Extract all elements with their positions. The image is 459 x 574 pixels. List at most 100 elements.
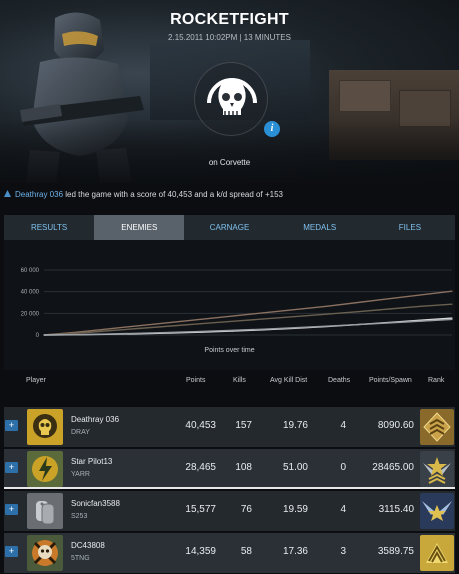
player-name[interactable]: Star Pilot13 — [71, 457, 112, 466]
series-3-point — [74, 334, 76, 336]
header-player: Player — [26, 377, 46, 384]
points-spawn-value: 3115.40 — [378, 504, 414, 515]
player-name[interactable]: DC43808 — [71, 541, 105, 550]
player-name[interactable]: Deathray 036 — [71, 415, 119, 424]
dog-tags-emblem-icon — [27, 493, 63, 529]
crossed-skull-emblem-icon — [27, 535, 63, 571]
series-0-point — [294, 308, 296, 311]
series-0-point — [200, 318, 202, 320]
series-1-point — [325, 313, 328, 315]
expand-button[interactable]: + — [5, 546, 18, 557]
table-row[interactable]: + Sonicfan3588 S253 15,577 76 19.59 4 31… — [4, 491, 455, 531]
kills-value: 157 — [235, 420, 252, 431]
table-row[interactable]: + Star Pilot13 YARR 28,465 108 51.00 0 2… — [4, 449, 455, 489]
header-points-spawn: Points/Spawn — [369, 377, 412, 384]
series-0-point — [420, 294, 422, 296]
points-value: 14,359 — [185, 546, 216, 557]
series-1-point — [74, 332, 76, 334]
player-rank-mini-icon — [4, 190, 11, 197]
summary-player-link[interactable]: Deathray 036 — [15, 190, 63, 199]
avg-kill-dist-value: 19.76 — [282, 420, 308, 431]
summary-text: led the game with a score of 40,453 and … — [65, 190, 283, 199]
kills-value: 58 — [240, 546, 252, 557]
gold-chevron-rank-icon — [420, 535, 454, 571]
deaths-value: 4 — [340, 420, 346, 431]
tab-results[interactable]: RESULTS — [4, 215, 94, 240]
game-subtitle: 2.15.2011 10:02PM | 13 MINUTES — [168, 33, 291, 42]
gold-chevron-rank-icon — [420, 409, 454, 445]
series-3-point — [200, 330, 202, 333]
series-0-point — [137, 325, 139, 327]
player-service-tag: 5TNG — [71, 555, 90, 562]
chart-x-label: Points over time — [204, 347, 255, 354]
player-service-tag: DRAY — [71, 429, 90, 436]
points-value: 28,465 — [185, 462, 216, 473]
series-0-point — [106, 328, 108, 330]
series-3-point — [106, 333, 108, 335]
series-0-point — [451, 290, 453, 292]
avg-kill-dist-value: 17.36 — [282, 546, 308, 557]
points-spawn-value: 3589.75 — [377, 546, 414, 557]
header-deaths: Deaths — [328, 377, 351, 384]
game-summary: Deathray 036 led the game with a score o… — [4, 190, 283, 199]
y-tick-label: 0 — [36, 333, 40, 339]
blue-wings-rank-icon — [420, 493, 454, 529]
series-3-point — [43, 334, 45, 336]
points-over-time-chart: 60 000 40 000 20 000 0 — [21, 268, 453, 339]
y-tick-label: 20 000 — [21, 311, 40, 317]
points-value: 15,577 — [185, 504, 216, 515]
player-name[interactable]: Sonicfan3588 — [71, 499, 120, 508]
header-avg-kill-dist: Avg Kill Dist — [270, 377, 308, 384]
expand-button[interactable]: + — [5, 462, 18, 473]
series-3-point — [137, 332, 139, 334]
expand-button[interactable]: + — [5, 420, 18, 431]
skull-icon — [207, 78, 257, 115]
skull-emblem-icon — [27, 409, 63, 445]
avg-kill-dist-value: 51.00 — [282, 462, 308, 473]
series-2-point — [451, 317, 453, 319]
series-3-point — [294, 327, 296, 329]
header-points: Points — [186, 377, 206, 384]
tab-enemies[interactable]: ENEMIES — [94, 215, 185, 240]
series-1-point — [357, 311, 359, 313]
series-3-point — [451, 318, 453, 321]
player-service-tag: YARR — [71, 471, 90, 478]
series-1-point — [294, 315, 296, 318]
deaths-value: 3 — [340, 546, 346, 557]
series-1-point — [231, 320, 233, 322]
series-3-point — [357, 324, 359, 326]
series-1-point — [451, 303, 453, 305]
kills-value: 108 — [235, 462, 252, 473]
expand-button[interactable]: + — [5, 504, 18, 515]
series-1-point — [168, 325, 171, 327]
tab-medals[interactable]: MEDALS — [275, 215, 365, 240]
info-icon[interactable]: i — [264, 121, 280, 137]
tab-files[interactable]: FILES — [365, 215, 455, 240]
series-3-point — [325, 325, 328, 327]
series-1-point — [137, 327, 139, 330]
series-0-point — [263, 312, 265, 314]
series-1-point — [388, 308, 390, 310]
winged-star-rank-icon — [420, 451, 454, 487]
report-tabs: RESULTS ENEMIES CARNAGE MEDALS FILES — [4, 215, 455, 240]
table-row[interactable]: + DC43808 5TNG 14,359 58 17.36 3 3589.75 — [4, 533, 455, 573]
points-value: 40,453 — [185, 420, 216, 431]
header-kills: Kills — [233, 377, 246, 384]
scoreboard-header: Player Points Kills Avg Kill Dist Deaths… — [4, 372, 455, 392]
y-tick-label: 40 000 — [21, 290, 40, 296]
series-1-point — [263, 318, 265, 320]
table-row[interactable]: + Deathray 036 DRAY 40,453 157 19.76 4 8… — [4, 407, 455, 447]
series-1-point — [200, 323, 202, 325]
lightning-emblem-icon — [27, 451, 63, 487]
gametype-emblem — [194, 62, 268, 136]
y-tick-label: 60 000 — [21, 268, 40, 274]
points-chart-panel: 60 000 40 000 20 000 0 Points over time — [4, 240, 455, 370]
game-title: ROCKETFIGHT — [170, 11, 289, 28]
tab-carnage[interactable]: CARNAGE — [184, 215, 274, 240]
points-spawn-value: 8090.60 — [377, 420, 414, 431]
series-3-point — [231, 329, 233, 331]
series-3-point — [388, 322, 390, 324]
header-rank: Rank — [428, 377, 445, 384]
game-hero-banner: ROCKETFIGHT 2.15.2011 10:02PM | 13 MINUT… — [0, 0, 459, 183]
series-0-point — [325, 305, 328, 307]
